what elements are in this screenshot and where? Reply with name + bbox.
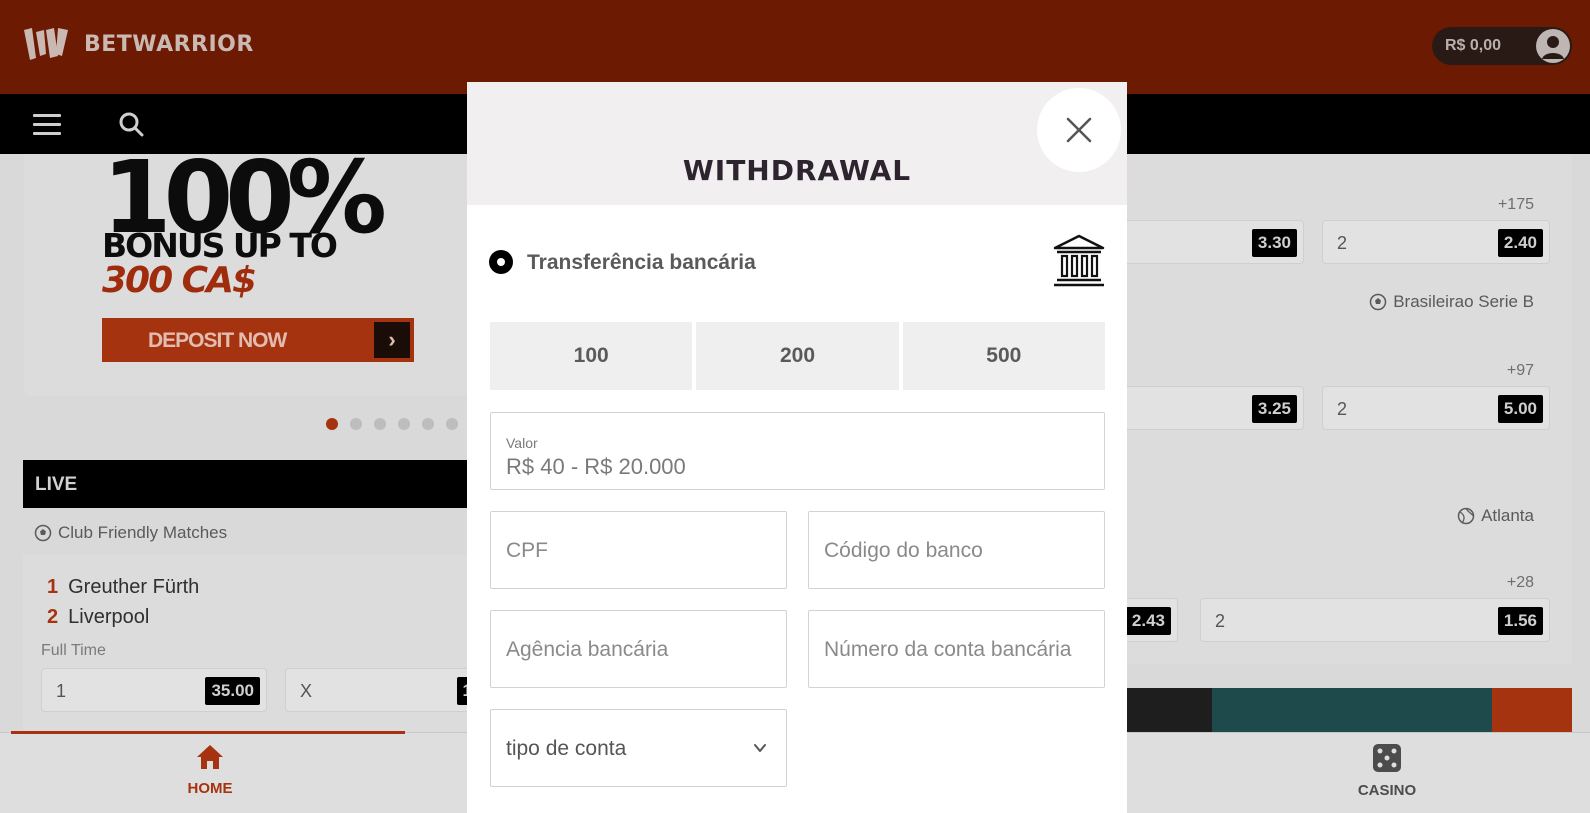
method-radio[interactable] [489,250,513,274]
promo-strip[interactable] [1112,688,1572,736]
balance-amount: R$ 0,00 [1445,37,1502,54]
carousel-dot[interactable] [326,418,338,430]
carousel-dot[interactable] [398,418,410,430]
amount-input[interactable]: Valor R$ 40 - R$ 20.000 [490,412,1105,490]
promo-amount: 300 CA$ [102,260,257,301]
avatar[interactable] [1536,29,1570,63]
league-row[interactable]: Club Friendly Matches [34,523,227,543]
menu-icon[interactable] [33,114,61,136]
match-status: Full Time [41,642,106,659]
soccer-ball-icon [1369,293,1387,311]
preset-amount-100[interactable]: 100 [490,322,693,390]
odd-button[interactable]: 2 1.56 [1200,598,1550,642]
modal-title: WITHDRAWAL [682,154,912,187]
close-button[interactable] [1037,88,1121,172]
carousel-dot[interactable] [350,418,362,430]
account-number-input[interactable]: Número da conta bancária [808,610,1105,688]
chevron-right-icon: › [374,322,410,358]
odd-button[interactable]: 2 5.00 [1322,386,1550,430]
odd-button[interactable]: 2 2.40 [1322,220,1550,264]
nav-casino[interactable]: CASINO [1350,743,1424,799]
soccer-ball-icon [34,524,52,542]
nav-home[interactable]: HOME [180,743,240,797]
cpf-input[interactable]: CPF [490,511,787,589]
more-markets-count[interactable]: +175 [1498,196,1534,214]
preset-amount-500[interactable]: 500 [902,322,1105,390]
odd-button[interactable]: X 1 [285,668,485,712]
team-away: 2 Liverpool [47,606,150,628]
withdrawal-modal: WITHDRAWAL Transferência bancária 100 20… [467,82,1127,813]
more-markets-count[interactable]: +28 [1507,574,1534,592]
bank-icon [1053,234,1105,287]
chevron-down-icon [754,744,766,752]
basketball-icon [1457,507,1475,525]
league-row[interactable]: Brasileirao Serie B [1369,292,1534,312]
carousel-dot[interactable] [446,418,458,430]
dice-icon [1373,744,1401,772]
amount-presets: 100 200 500 [490,322,1105,390]
odd-button[interactable]: 3.25 [1112,386,1304,430]
agency-input[interactable]: Agência bancária [490,610,787,688]
brand-logo[interactable]: BETWARRIOR [22,26,254,62]
top-header: BETWARRIOR R$ 0,00 [0,0,1590,94]
deposit-now-label: DEPOSIT NOW [148,329,287,352]
carousel-dot[interactable] [422,418,434,430]
more-markets-count[interactable]: +97 [1507,362,1534,380]
home-icon [197,745,223,769]
close-icon [1066,117,1092,143]
team-home: 1 Greuther Fürth [47,576,200,598]
account-type-select[interactable]: tipo de conta [490,709,787,787]
odd-button[interactable]: 1 35.00 [41,668,267,712]
brand-name: BETWARRIOR [84,31,254,57]
live-label: LIVE [35,474,78,495]
modal-header: WITHDRAWAL [467,82,1127,205]
payment-method-option[interactable]: Transferência bancária [487,232,1107,292]
match-card[interactable]: 1 Greuther Fürth 2 Liverpool Full Time 1 3… [23,554,485,732]
method-label: Transferência bancária [527,251,756,274]
balance-button[interactable]: R$ 0,00 [1432,27,1572,65]
betwarrior-logo-icon [24,28,68,60]
bank-code-input[interactable]: Código do banco [808,511,1105,589]
odd-button[interactable]: 3.30 [1112,220,1304,264]
promo-banner[interactable]: 100% BONUS UP TO 300 CA$ DEPOSIT NOW › [24,148,468,396]
league-row[interactable]: Atlanta [1457,506,1534,526]
user-icon [1542,36,1564,59]
search-icon[interactable] [117,110,145,138]
carousel-dot[interactable] [374,418,386,430]
carousel-dots [326,418,458,430]
preset-amount-200[interactable]: 200 [696,322,899,390]
league-name: Club Friendly Matches [58,523,228,542]
amount-placeholder: R$ 40 - R$ 20.000 [506,454,686,479]
deposit-now-button[interactable]: DEPOSIT NOW › [102,318,414,362]
right-match-list: +175 3.30 2 2.40 Brasileirao Serie B +97… [1112,154,1572,664]
live-section-header: LIVE [23,460,468,508]
amount-label: Valor [506,435,538,451]
